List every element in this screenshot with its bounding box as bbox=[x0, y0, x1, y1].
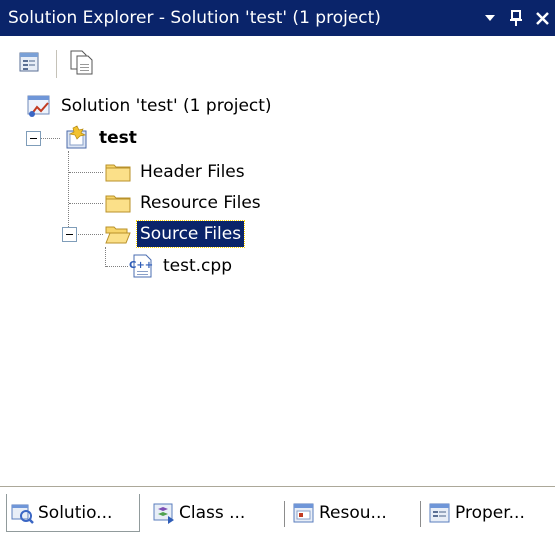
folder-closed-icon bbox=[105, 190, 131, 216]
folder-closed-icon bbox=[105, 159, 131, 185]
svg-text:C++: C++ bbox=[129, 260, 153, 271]
window-title: Solution Explorer - Solution 'test' (1 p… bbox=[8, 8, 381, 28]
solution-tree: Solution 'test' (1 project) test Header … bbox=[0, 91, 555, 481]
tab-separator bbox=[284, 501, 285, 527]
tab-class-view[interactable]: Class ... bbox=[148, 494, 276, 532]
tree-connector bbox=[106, 266, 128, 267]
tree-item-solution[interactable]: Solution 'test' (1 project) bbox=[26, 91, 275, 121]
close-icon[interactable] bbox=[529, 3, 555, 33]
tree-connector bbox=[105, 247, 106, 267]
tab-solution-explorer[interactable]: Solutio... bbox=[6, 494, 140, 532]
tree-item-label: test bbox=[99, 128, 137, 148]
tab-label: Proper... bbox=[455, 503, 525, 523]
class-view-icon bbox=[152, 502, 176, 524]
title-bar: Solution Explorer - Solution 'test' (1 p… bbox=[0, 0, 555, 36]
tree-item-project[interactable]: test bbox=[64, 123, 140, 153]
tree-item-label: Source Files bbox=[135, 220, 246, 248]
tree-item-resource-files[interactable]: Resource Files bbox=[105, 188, 264, 218]
tree-connector bbox=[69, 203, 103, 204]
properties-icon bbox=[17, 49, 43, 79]
tree-item-header-files[interactable]: Header Files bbox=[105, 157, 248, 187]
pin-icon[interactable] bbox=[503, 3, 529, 33]
tab-label: Class ... bbox=[179, 503, 246, 523]
tree-item-label: Header Files bbox=[140, 162, 245, 182]
solution-explorer-icon bbox=[11, 502, 35, 524]
tab-resource-view[interactable]: Resou... bbox=[288, 494, 414, 532]
tree-item-test-cpp[interactable]: C++ test.cpp bbox=[128, 251, 235, 281]
properties-button[interactable] bbox=[16, 50, 44, 78]
tab-property-manager[interactable]: Proper... bbox=[424, 494, 554, 532]
folder-open-icon bbox=[105, 221, 131, 247]
tree-connector bbox=[68, 151, 69, 235]
show-all-files-button[interactable] bbox=[67, 50, 95, 78]
tab-separator bbox=[420, 501, 421, 527]
show-all-files-icon bbox=[68, 49, 94, 79]
project-icon bbox=[64, 125, 90, 151]
tree-connector bbox=[69, 172, 103, 173]
resource-view-icon bbox=[292, 502, 316, 524]
collapse-toggle-project[interactable] bbox=[26, 131, 41, 146]
dropdown-icon[interactable] bbox=[477, 3, 503, 33]
collapse-toggle-source-files[interactable] bbox=[62, 227, 77, 242]
tree-item-source-files[interactable]: Source Files bbox=[105, 219, 246, 249]
tree-item-label: Resource Files bbox=[140, 193, 261, 213]
tree-item-label: Solution 'test' (1 project) bbox=[61, 96, 272, 116]
toolbar-separator bbox=[56, 49, 57, 78]
solution-icon bbox=[26, 93, 52, 119]
toolbar bbox=[0, 36, 555, 91]
tab-label: Solutio... bbox=[38, 502, 113, 523]
tree-connector bbox=[76, 234, 103, 235]
tree-connector bbox=[40, 138, 60, 139]
tree-item-label: test.cpp bbox=[163, 256, 232, 276]
tab-label: Resou... bbox=[319, 503, 387, 523]
tool-window-tabs: Solutio... Class ... Resou... Proper... bbox=[0, 486, 555, 543]
property-manager-icon bbox=[428, 502, 452, 524]
cpp-file-icon: C++ bbox=[128, 253, 154, 279]
